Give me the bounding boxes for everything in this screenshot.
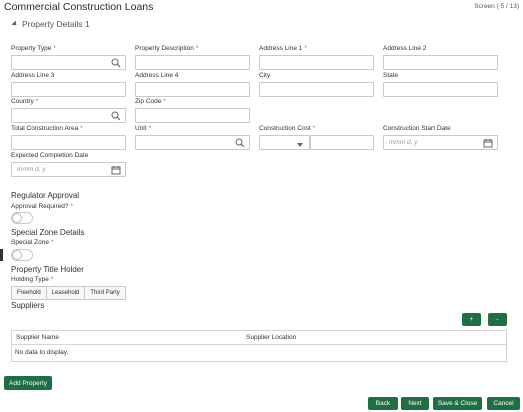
city-label: City — [259, 72, 271, 79]
special-zone-toggle[interactable] — [11, 249, 33, 261]
holding-type-leasehold[interactable]: Leasehold — [45, 286, 86, 300]
column-header-supplier-name[interactable]: Supplier Name — [16, 334, 59, 341]
holding-type-freehold[interactable]: Freehold — [11, 286, 47, 300]
holding-type-label: Holding Type * — [11, 276, 54, 283]
section-title: Property Details 1 — [22, 19, 90, 29]
construction-start-date-input[interactable]: mmm d, y — [383, 135, 498, 150]
country-input[interactable] — [11, 108, 126, 123]
search-icon[interactable] — [235, 138, 245, 148]
construction-cost-label: Construction Cost * — [259, 125, 316, 132]
edge-marker — [0, 249, 3, 261]
state-label: State — [383, 72, 399, 79]
property-type-label: Property Type * — [11, 45, 56, 52]
toggle-knob — [12, 250, 22, 260]
screen-indicator: Screen ( 5 / 13) — [474, 3, 519, 10]
expected-completion-date-input[interactable]: mmm d, y — [11, 162, 126, 177]
zip-code-input[interactable] — [135, 108, 250, 123]
column-header-supplier-location[interactable]: Supplier Location — [246, 334, 296, 341]
address-line-3-label: Address Line 3 — [11, 72, 55, 79]
special-zone-label: Special Zone * — [11, 239, 54, 246]
add-supplier-button[interactable]: + — [462, 313, 481, 326]
city-input[interactable] — [259, 82, 374, 97]
date-placeholder: mmm d, y — [389, 139, 418, 146]
date-placeholder: mmm d, y — [17, 166, 46, 173]
property-description-label: Property Description * — [135, 45, 199, 52]
total-construction-area-input[interactable] — [11, 135, 126, 150]
remove-supplier-button[interactable]: - — [488, 313, 507, 326]
address-line-2-label: Address Line 2 — [383, 45, 427, 52]
expected-completion-date-label: Expected Completion Date — [11, 152, 89, 159]
property-description-input[interactable] — [135, 55, 250, 70]
unit-input[interactable] — [135, 135, 250, 150]
cancel-button[interactable]: Cancel — [487, 397, 520, 410]
currency-select[interactable] — [259, 135, 310, 150]
country-label: Country * — [11, 98, 39, 105]
suppliers-heading: Suppliers — [11, 301, 45, 310]
search-icon[interactable] — [111, 111, 121, 121]
search-icon[interactable] — [111, 58, 121, 68]
calendar-icon[interactable] — [483, 138, 493, 148]
section-header[interactable]: Property Details 1 — [11, 19, 90, 29]
address-line-3-input[interactable] — [11, 82, 126, 97]
approval-required-toggle[interactable] — [11, 212, 33, 224]
construction-start-date-label: Construction Start Date — [383, 125, 451, 132]
chevron-down-icon[interactable] — [295, 140, 305, 150]
state-input[interactable] — [383, 82, 498, 97]
next-button[interactable]: Next — [401, 397, 429, 410]
regulator-approval-heading: Regulator Approval — [11, 191, 80, 200]
construction-cost-input[interactable] — [310, 135, 374, 150]
total-construction-area-label: Total Construction Area * — [11, 125, 83, 132]
collapse-icon[interactable] — [11, 20, 19, 28]
property-title-holder-heading: Property Title Holder — [11, 265, 84, 274]
unit-label: Unit * — [135, 125, 152, 132]
address-line-4-label: Address Line 4 — [135, 72, 179, 79]
property-type-input[interactable] — [11, 55, 126, 70]
address-line-1-input[interactable] — [259, 55, 374, 70]
back-button[interactable]: Back — [368, 397, 398, 410]
address-line-4-input[interactable] — [135, 82, 250, 97]
address-line-1-label: Address Line 1 * — [259, 45, 307, 52]
special-zone-heading: Special Zone Details — [11, 228, 85, 237]
table-divider — [12, 344, 506, 345]
approval-required-label: Approval Required? * — [11, 203, 73, 210]
holding-type-third-party[interactable]: Third Party — [84, 286, 126, 300]
empty-table-message: No data to display. — [15, 349, 69, 356]
address-line-2-input[interactable] — [383, 55, 498, 70]
toggle-knob — [12, 213, 22, 223]
zip-code-label: Zip Code * — [135, 98, 166, 105]
holding-type-selector[interactable]: Freehold Leasehold Third Party — [11, 286, 126, 300]
calendar-icon[interactable] — [111, 165, 121, 175]
add-property-button[interactable]: Add Property — [4, 376, 52, 390]
app-title: Commercial Construction Loans — [4, 1, 154, 13]
save-close-button[interactable]: Save & Close — [433, 397, 482, 410]
